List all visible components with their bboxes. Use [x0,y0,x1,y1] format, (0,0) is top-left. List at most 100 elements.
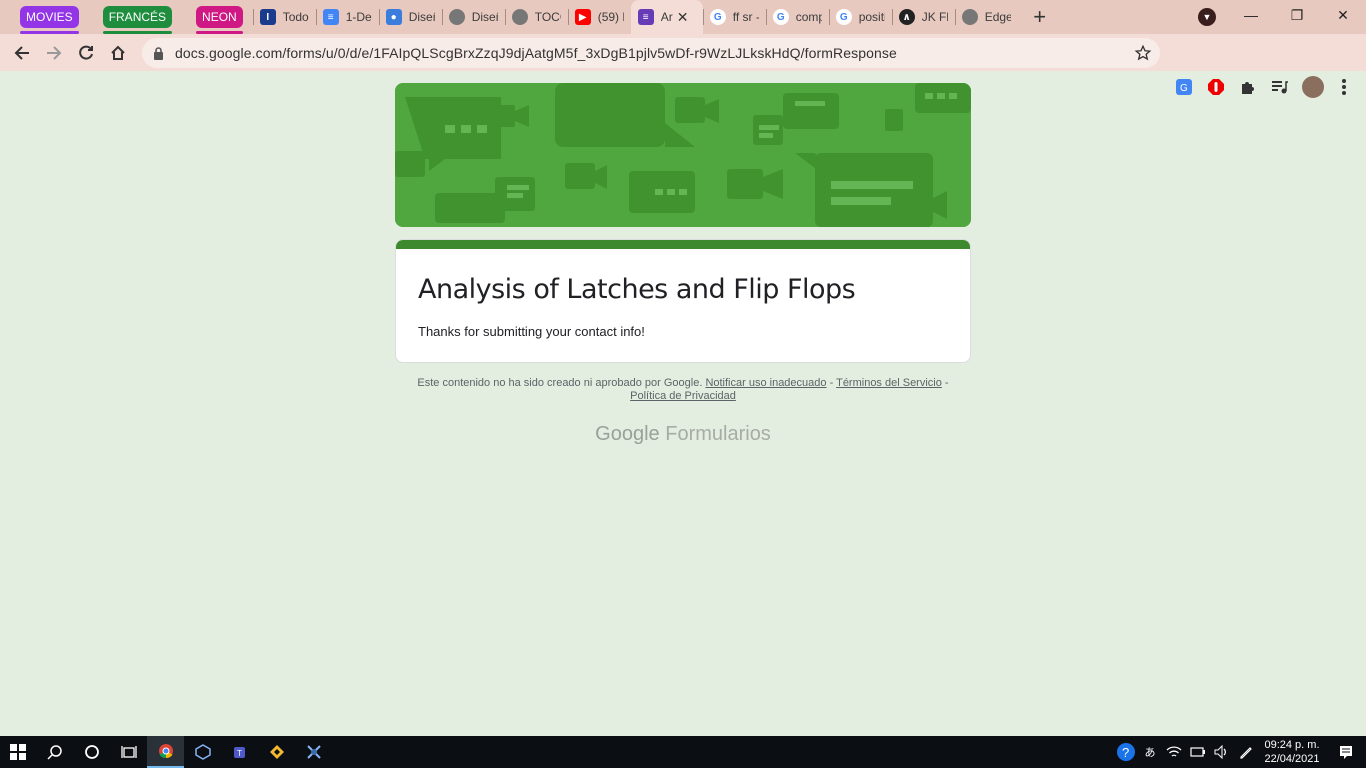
browser-tab[interactable]: I Todo c [252,0,316,34]
browser-tab[interactable]: ● Diseñ [378,0,442,34]
browser-tab[interactable]: ≡ 1-Des [315,0,379,34]
docs-icon: ≡ [322,9,339,25]
tab-strip: MOVIES FRANCÉS NEON I Todo c ≡ 1-Des ● D… [0,0,1366,34]
home-icon[interactable] [102,37,134,69]
ime-icon[interactable]: あ [1138,736,1162,768]
clock-time: 09:24 p. m. [1264,739,1320,751]
tab-title: Todo c [282,10,309,24]
chrome-taskbar-icon[interactable] [147,736,184,768]
taskbar-clock[interactable]: 09:24 p. m. 22/04/2021 [1258,738,1326,766]
logo-product-text: Formularios [665,423,771,445]
form-title: Analysis of Latches and Flip Flops [418,274,856,305]
tab-group-neon[interactable]: NEON [172,0,253,34]
globe-icon [511,9,528,25]
form-accent-bar [396,240,970,249]
svg-text:G: G [1180,83,1188,94]
browser-tab[interactable]: Diseñ [441,0,505,34]
youtube-icon: ▶ [574,9,591,25]
browser-tab[interactable]: ∧ JK Flip [891,0,955,34]
tab-group-frances[interactable]: FRANCÉS [79,0,173,34]
app-icon[interactable] [295,736,332,768]
contacts-icon: ● [385,9,402,25]
translate-icon[interactable]: G [1174,77,1194,97]
windows-start-icon[interactable] [0,736,36,768]
teams-icon[interactable]: T [221,736,258,768]
address-bar[interactable]: docs.google.com/forms/u/0/d/e/1FAIpQLScg… [142,38,1160,68]
tab-title: Diseñ [471,10,498,24]
google-icon: G [772,9,789,25]
tab-title: ff sr - [732,10,759,24]
forms-icon: ≡ [637,9,654,25]
confirmation-message: Thanks for submitting your contact info! [418,324,645,339]
notifications-icon[interactable] [1326,736,1366,768]
browser-toolbar: docs.google.com/forms/u/0/d/e/1FAIpQLScg… [0,34,1366,98]
browser-tab[interactable]: G comp [765,0,829,34]
dark-circle-icon: ∧ [898,9,915,25]
tab-group-label[interactable]: MOVIES [20,6,79,34]
browser-tab[interactable]: G ff sr - [702,0,766,34]
chat-pattern-illustration [395,83,971,227]
close-tab-icon[interactable]: ✕ [677,9,689,26]
profile-avatar[interactable] [1302,76,1324,98]
tab-title: Ar [660,10,673,24]
svg-text:?: ? [1122,745,1129,760]
help-icon[interactable]: ? [1114,736,1138,768]
binance-icon[interactable] [258,736,295,768]
tab-title: (59) M [597,10,624,24]
virtualbox-icon[interactable] [184,736,221,768]
clock-date: 22/04/2021 [1264,753,1320,765]
extensions-icon[interactable] [1238,77,1258,97]
url-text[interactable]: docs.google.com/forms/u/0/d/e/1FAIpQLScg… [175,45,897,61]
lock-icon[interactable] [151,46,165,60]
report-abuse-link[interactable]: Notificar uso inadecuado [705,377,826,389]
pen-icon[interactable] [1234,736,1258,768]
terms-link[interactable]: Términos del Servicio [836,377,942,389]
reload-icon[interactable] [70,37,102,69]
volume-icon[interactable] [1210,736,1234,768]
tab-title: TOCC [534,10,561,24]
logo-google-text: Google [595,423,660,445]
svg-text:T: T [237,749,242,758]
form-response-card: Analysis of Latches and Flip Flops Thank… [395,239,971,363]
system-tray: ? あ 09:24 p. m. 22/04/2021 [1114,736,1366,768]
minimize-icon[interactable]: — [1228,0,1274,30]
media-control-icon[interactable] [1269,77,1289,97]
tab-group-label[interactable]: FRANCÉS [102,6,173,34]
tab-title: positi [858,10,885,24]
close-window-icon[interactable]: ✕ [1320,0,1366,30]
tab-title: Diseñ [408,10,435,24]
globe-icon [961,9,978,25]
tab-title: JK Flip [921,10,948,24]
tab-search-icon[interactable]: ▼ [1198,8,1216,26]
more-menu-icon[interactable] [1334,77,1354,97]
globe-icon [448,9,465,25]
windows-taskbar: T ? あ 09:24 p. m. 22/04/2021 [0,736,1366,768]
tab-title: Edge- [984,10,1011,24]
tab-group-movies[interactable]: MOVIES [0,0,79,34]
browser-tab[interactable]: ▶ (59) M [567,0,631,34]
back-icon[interactable] [6,37,38,69]
wifi-icon[interactable] [1162,736,1186,768]
google-icon: G [835,9,852,25]
window-controls: — ❐ ✕ [1228,0,1366,30]
task-view-icon[interactable] [110,736,147,768]
tab-group-label[interactable]: NEON [196,6,243,34]
privacy-link[interactable]: Política de Privacidad [630,390,736,402]
search-icon[interactable] [36,736,73,768]
disclaimer-text: Este contenido no ha sido creado ni apro… [417,377,703,389]
form-disclaimer: Este contenido no ha sido creado ni apro… [417,377,949,402]
bookmark-star-icon[interactable] [1134,44,1152,62]
browser-tab[interactable]: G positi [828,0,892,34]
google-forms-logo[interactable]: Google Formularios [395,423,971,446]
new-tab-button[interactable]: + [1026,3,1054,31]
forward-icon[interactable] [38,37,70,69]
adblock-icon[interactable] [1206,77,1226,97]
browser-tab[interactable]: TOCC [504,0,568,34]
browser-tab[interactable]: Edge- [954,0,1018,34]
battery-icon[interactable] [1186,736,1210,768]
cortana-icon[interactable] [73,736,110,768]
google-icon: G [709,9,726,25]
tab-title: comp [795,10,822,24]
browser-tab-active[interactable]: ≡ Ar ✕ [630,0,703,34]
restore-icon[interactable]: ❐ [1274,0,1320,30]
